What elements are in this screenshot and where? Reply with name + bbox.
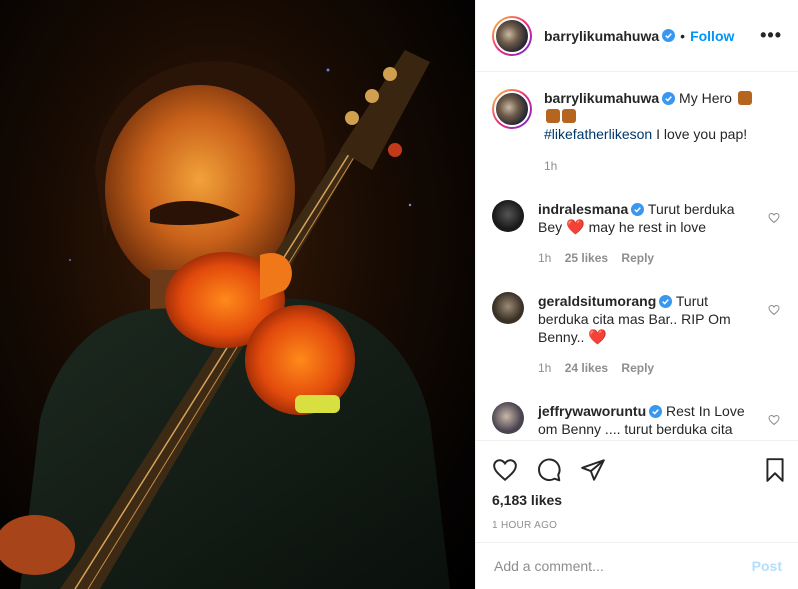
caption-meta: 1h xyxy=(544,157,760,175)
comment-like-icon[interactable] xyxy=(768,304,780,316)
flexed-biceps-icon xyxy=(562,109,576,123)
heart-icon[interactable] xyxy=(492,457,518,483)
reply-button[interactable]: Reply xyxy=(621,251,654,265)
red-heart-icon: ❤️ xyxy=(588,329,608,346)
comment-time[interactable]: 1h xyxy=(538,361,551,375)
verified-badge-icon xyxy=(631,203,645,216)
reply-button[interactable]: Reply xyxy=(621,361,654,375)
commenter-avatar[interactable] xyxy=(492,200,524,232)
comment-likes[interactable]: 24 likes xyxy=(565,361,608,375)
comment-item: indralesmana Turut berduka Bey ❤️ may he… xyxy=(476,200,798,267)
instagram-post: barrylikumahuwa • Follow ••• barrylikuma… xyxy=(0,0,798,589)
verified-badge-icon xyxy=(662,29,676,42)
comment-item: geraldsitumorang Turut berduka cita mas … xyxy=(476,292,798,377)
verified-badge-icon xyxy=(649,405,663,418)
caption-body: barrylikumahuwa My Hero #likefatherlikes… xyxy=(544,89,760,175)
post-side-panel: barrylikumahuwa • Follow ••• barrylikuma… xyxy=(475,0,798,589)
author-avatar[interactable] xyxy=(492,15,532,56)
comment-icon[interactable] xyxy=(536,457,562,483)
commenter-avatar[interactable] xyxy=(492,292,524,324)
commenter-username[interactable]: indralesmana xyxy=(538,201,628,217)
caption-avatar[interactable] xyxy=(492,89,532,129)
comment-like-icon[interactable] xyxy=(768,414,780,426)
comment-input[interactable] xyxy=(492,557,752,575)
comment-time[interactable]: 1h xyxy=(538,251,551,265)
post-timestamp[interactable]: 1 HOUR AGO xyxy=(492,520,557,531)
author-line: barrylikumahuwa • Follow xyxy=(544,28,734,44)
paper-plane-icon[interactable] xyxy=(580,457,606,483)
comment-meta: 1h 25 likes Reply xyxy=(538,249,754,267)
comment-item: jeffrywaworuntu Rest In Love om Benny ..… xyxy=(476,402,798,438)
comment-meta: 1h 24 likes Reply xyxy=(538,359,754,377)
comment-body: geraldsitumorang Turut berduka cita mas … xyxy=(538,292,754,377)
post-header: barrylikumahuwa • Follow ••• xyxy=(476,0,798,72)
commenter-username[interactable]: jeffrywaworuntu xyxy=(538,403,646,419)
commenter-username[interactable]: geraldsitumorang xyxy=(538,293,656,309)
comment-text-2: may he rest in love xyxy=(588,219,707,235)
bookmark-icon[interactable] xyxy=(762,457,788,483)
caption-time[interactable]: 1h xyxy=(544,159,557,173)
post-button[interactable]: Post xyxy=(752,558,782,574)
hashtag-link[interactable]: #likefatherlikeson xyxy=(544,126,652,142)
guitarist-photo xyxy=(0,50,450,589)
commenter-avatar[interactable] xyxy=(492,402,524,434)
caption: barrylikumahuwa My Hero #likefatherlikes… xyxy=(476,89,798,175)
flexed-biceps-icon xyxy=(737,91,752,105)
add-comment-bar: Post xyxy=(476,542,798,589)
comment-body: jeffrywaworuntu Rest In Love om Benny ..… xyxy=(538,402,754,438)
caption-text-2: I love you pap! xyxy=(656,126,748,142)
follow-button[interactable]: Follow xyxy=(690,28,734,44)
flexed-biceps-icon xyxy=(546,109,560,123)
separator-dot: • xyxy=(680,27,686,44)
red-heart-icon: ❤️ xyxy=(566,219,585,236)
comments-list[interactable]: barrylikumahuwa My Hero #likefatherlikes… xyxy=(476,72,798,440)
post-photo[interactable] xyxy=(0,0,475,589)
likes-count[interactable]: 6,183 likes xyxy=(492,492,562,508)
comment-body: indralesmana Turut berduka Bey ❤️ may he… xyxy=(538,200,754,267)
verified-badge-icon xyxy=(662,92,676,105)
caption-text: My Hero xyxy=(679,90,732,106)
verified-badge-icon xyxy=(659,295,673,308)
author-username[interactable]: barrylikumahuwa xyxy=(544,28,659,44)
caption-username[interactable]: barrylikumahuwa xyxy=(544,90,659,106)
comment-like-icon[interactable] xyxy=(768,212,780,224)
comment-likes[interactable]: 25 likes xyxy=(565,251,608,265)
more-options-button[interactable]: ••• xyxy=(760,25,782,46)
